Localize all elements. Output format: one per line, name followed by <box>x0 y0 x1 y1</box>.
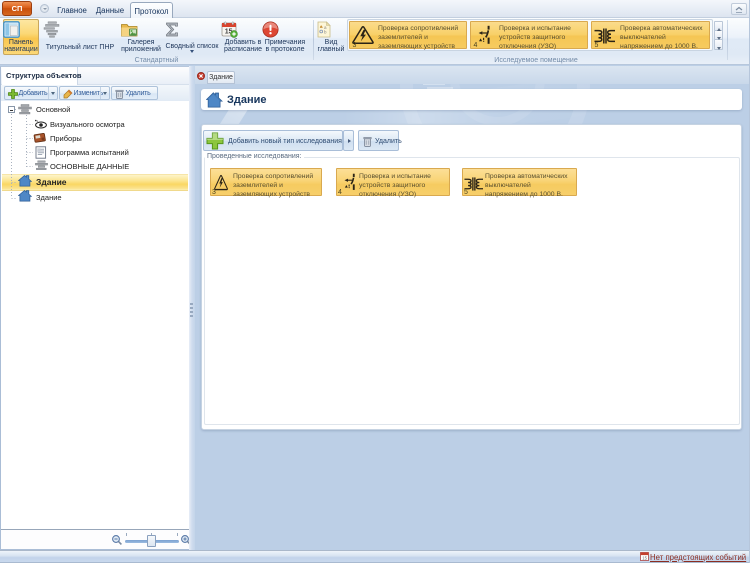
svg-text:15: 15 <box>642 555 647 560</box>
